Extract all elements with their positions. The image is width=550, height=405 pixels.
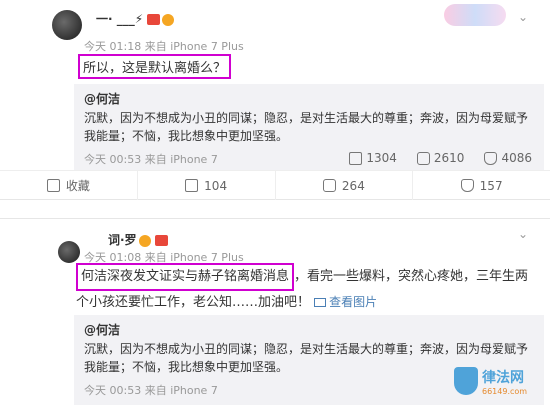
quoted-stats: 1304 2610 4086 [349, 151, 532, 165]
vip-badge-icon [147, 14, 161, 25]
like-button[interactable]: 157 [413, 171, 550, 200]
highlighted-text: 所以，这是默认离婚么？ [78, 54, 232, 79]
collect-label: 收藏 [65, 179, 90, 193]
decoration-banner [444, 4, 506, 26]
quoted-text: 沉默，因为不想成为小丑的同谋；隐忍，是对生活最大的尊重；奔波，因为母爱赋予我能量… [84, 111, 529, 143]
comment-label: 264 [341, 178, 365, 193]
comment-count: 2610 [433, 151, 465, 165]
repost-label: 104 [204, 178, 228, 193]
post-text: 所以，这是默认离婚么？ [78, 54, 232, 79]
comment-icon [322, 179, 336, 192]
quoted-post[interactable]: @何洁 沉默，因为不想成为小丑的同谋；隐忍，是对生活最大的尊重；奔波，因为母爱赋… [74, 84, 544, 170]
like-icon [484, 151, 498, 165]
view-picture-link[interactable]: 查看图片 [314, 295, 377, 309]
comment-button[interactable]: 264 [276, 171, 414, 200]
collect-button[interactable]: 收藏 [0, 171, 138, 200]
post-actions: 收藏 104 264 157 [0, 170, 550, 200]
member-badge-icon [162, 13, 175, 26]
quoted-repost[interactable]: 1304 [349, 151, 397, 165]
post-text-line2: 个小孩还要忙工作，老公知……加油吧！ [76, 295, 311, 310]
member-badge-icon [138, 234, 151, 247]
username[interactable]: 一· ___⚡ [96, 10, 175, 27]
repost-icon [185, 179, 199, 192]
quoted-meta: 今天 00:53 来自 iPhone 7 [84, 153, 218, 166]
quoted-meta: 今天 00:53 来自 iPhone 7 [84, 384, 218, 397]
chevron-down-icon[interactable]: ⌄ [516, 227, 530, 241]
quoted-comment[interactable]: 2610 [416, 151, 465, 165]
collect-icon [46, 179, 60, 192]
watermark-text: 律法网 66149.com [482, 367, 527, 396]
like-label: 157 [479, 178, 503, 193]
highlighted-text: 何洁深夜发文证实与赫子铭离婚消息 [76, 263, 295, 291]
repost-icon [349, 151, 363, 165]
watermark-name: 律法网 [482, 369, 524, 386]
username-text[interactable]: 一· ___⚡ [96, 12, 143, 26]
quoted-user[interactable]: @何洁 [84, 321, 532, 338]
view-picture-label: 查看图片 [329, 295, 378, 309]
like-icon [460, 179, 474, 192]
quoted-footer: 今天 00:53 来自 iPhone 7 1304 2610 4086 [84, 151, 532, 167]
quoted-like[interactable]: 4086 [484, 151, 532, 165]
like-count: 4086 [501, 151, 532, 165]
vip-badge-icon [154, 235, 168, 246]
post-text: 何洁深夜发文证实与赫子铭离婚消息 ，看完一些爆料，突然心疼她，三年生两 个小孩还要… [76, 263, 546, 314]
username-text[interactable]: 词·罗 [96, 233, 137, 247]
username[interactable]: 词·罗 [96, 231, 168, 248]
shield-logo-icon [454, 367, 478, 395]
post-text-rest: ，看完一些爆料，突然心疼她，三年生两 [294, 269, 529, 284]
avatar[interactable] [58, 241, 80, 263]
chevron-down-icon[interactable]: ⌄ [516, 10, 530, 24]
quoted-user[interactable]: @何洁 [84, 90, 532, 107]
repost-button[interactable]: 104 [138, 171, 276, 200]
avatar[interactable] [52, 10, 82, 40]
post-meta: 今天 01:18 来自 iPhone 7 Plus [84, 40, 244, 53]
site-watermark: 律法网 66149.com [454, 361, 546, 401]
repost-count: 1304 [366, 151, 397, 165]
comment-icon [416, 151, 430, 165]
weibo-post-1: 一· ___⚡ ⌄ 今天 01:18 来自 iPhone 7 Plus 所以，这… [0, 0, 550, 200]
picture-icon [314, 298, 327, 307]
watermark-site: 66149.com [482, 386, 528, 396]
